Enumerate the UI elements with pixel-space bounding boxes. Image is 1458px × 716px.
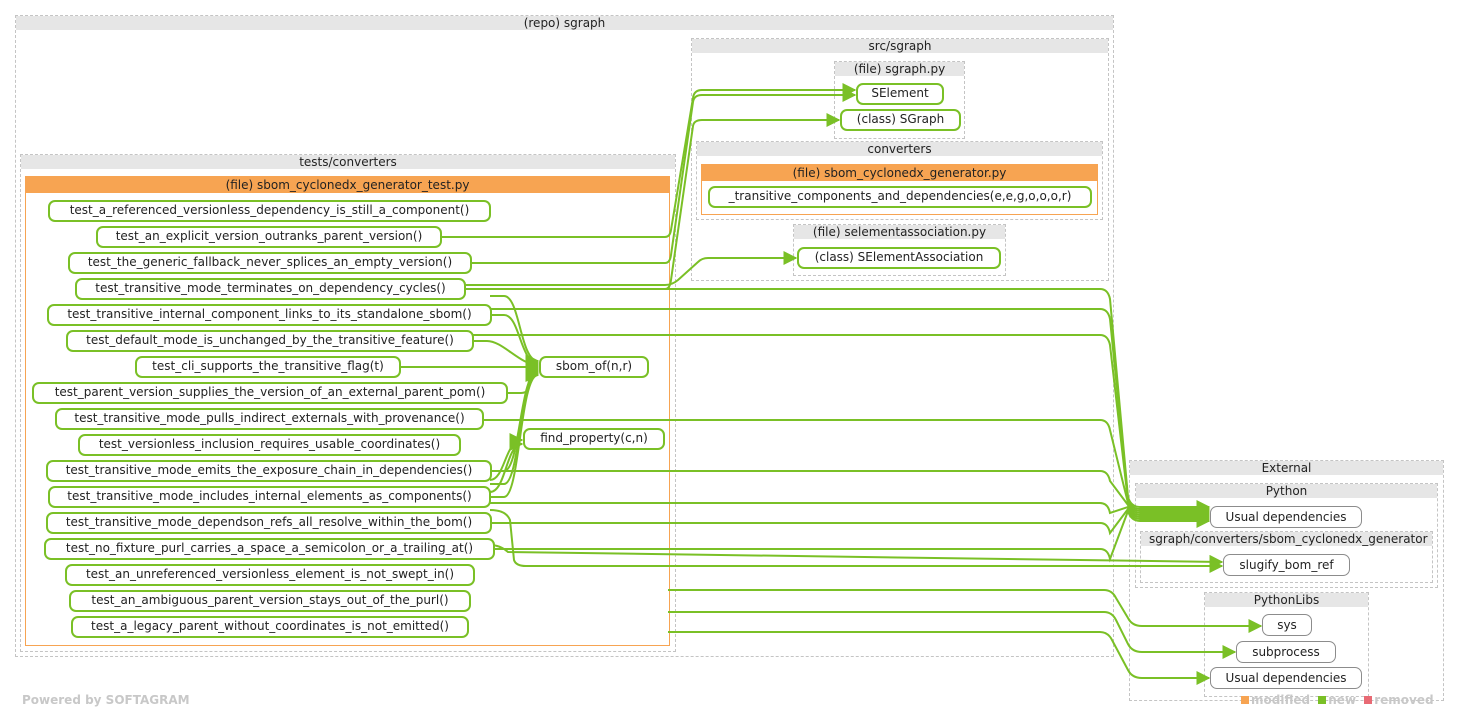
edge-to-python-usual xyxy=(490,470,1211,522)
powered-by-footer: Powered by SOFTAGRAM xyxy=(22,693,190,707)
test-function-node[interactable]: test_parent_version_supplies_the_version… xyxy=(32,382,508,404)
test-function-node[interactable]: test_a_legacy_parent_without_coordinates… xyxy=(71,616,469,638)
edge-to-python-usual xyxy=(490,507,1211,563)
slugify-bom-ref-node[interactable]: slugify_bom_ref xyxy=(1223,554,1350,576)
test-function-node[interactable]: test_an_ambiguous_parent_version_stays_o… xyxy=(69,590,471,612)
sbom-of-node[interactable]: sbom_of(n,r) xyxy=(539,356,649,378)
test-function-node[interactable]: test_transitive_internal_component_links… xyxy=(47,304,492,326)
legend-new: new xyxy=(1328,693,1357,707)
sgraph-class-node[interactable]: (class) SGraph xyxy=(840,109,961,131)
edge-to-sbom-of xyxy=(490,295,540,368)
sys-node[interactable]: sys xyxy=(1262,614,1312,636)
transitive-components-node[interactable]: _transitive_components_and_dependencies(… xyxy=(708,186,1092,208)
test-function-node[interactable]: test_an_explicit_version_outranks_parent… xyxy=(96,226,442,248)
edge-to-python-usual xyxy=(490,506,1211,536)
test-function-node[interactable]: test_an_unreferenced_versionless_element… xyxy=(65,564,475,586)
pythonlibs-usual-dependencies-node[interactable]: Usual dependencies xyxy=(1210,667,1362,689)
edge-to-python-usual xyxy=(490,308,1211,516)
test-function-node[interactable]: test_transitive_mode_emits_the_exposure_… xyxy=(46,460,492,482)
find-property-node[interactable]: find_property(c,n) xyxy=(523,428,665,450)
test-function-node[interactable]: test_versionless_inclusion_requires_usab… xyxy=(78,434,461,456)
removed-swatch xyxy=(1364,696,1373,704)
test-function-node[interactable]: test_default_mode_is_unchanged_by_the_tr… xyxy=(66,330,474,352)
edge-to-selement xyxy=(441,83,857,238)
legend: modified new removed xyxy=(1241,693,1434,707)
test-function-node[interactable]: test_transitive_mode_terminates_on_depen… xyxy=(75,278,466,300)
selementassociation-node[interactable]: (class) SElementAssociation xyxy=(797,247,1001,269)
modified-swatch xyxy=(1241,696,1249,704)
edge-to-sys xyxy=(668,589,1263,633)
selement-node[interactable]: SElement xyxy=(856,83,944,105)
test-function-node[interactable]: test_transitive_mode_pulls_indirect_exte… xyxy=(55,408,484,430)
test-function-node[interactable]: test_cli_supports_the_transitive_flag(t) xyxy=(135,356,401,378)
test-function-node[interactable]: test_no_fixture_purl_carries_a_space_a_s… xyxy=(44,538,495,560)
test-function-node[interactable]: test_transitive_mode_dependson_refs_all_… xyxy=(46,512,492,534)
new-swatch xyxy=(1318,696,1327,704)
python-usual-dependencies-node[interactable]: Usual dependencies xyxy=(1210,506,1362,528)
test-function-node[interactable]: test_the_generic_fallback_never_splices_… xyxy=(68,252,472,274)
edge-to-pythonlibs-usual xyxy=(668,631,1211,685)
edge-to-python-usual xyxy=(490,502,1211,524)
test-function-node[interactable]: test_transitive_mode_includes_internal_e… xyxy=(48,486,491,508)
edge-to-python-usual xyxy=(464,288,1211,514)
subprocess-node[interactable]: subprocess xyxy=(1236,641,1336,663)
legend-modified: modified xyxy=(1251,693,1311,707)
legend-removed: removed xyxy=(1374,693,1434,707)
test-function-node[interactable]: test_a_referenced_versionless_dependency… xyxy=(48,200,491,222)
